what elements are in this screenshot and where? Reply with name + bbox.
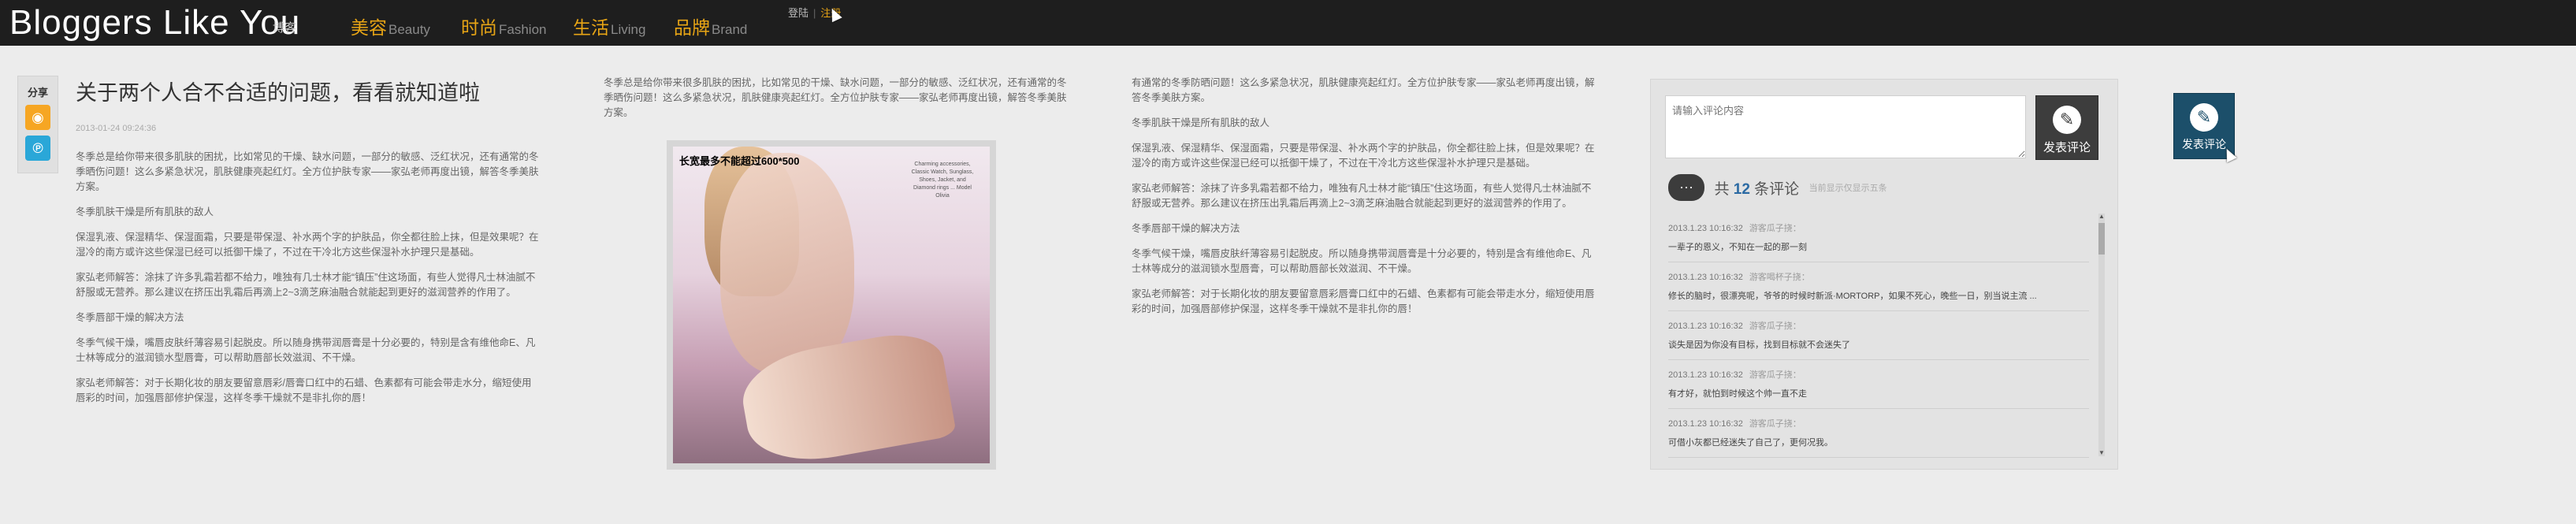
login-link[interactable]: 登陆 — [788, 7, 808, 19]
nav-brand-cn: 品牌 — [674, 17, 710, 38]
comment-item: 2013.1.23 10:16:32 游客瓜子挠： 一辈子的恩义，不知在一起的那一… — [1668, 214, 2089, 262]
nav-beauty-en: Beauty — [388, 22, 430, 37]
photo-figure-body — [720, 153, 854, 373]
article-title: 关于两个人合不合适的问题，看看就知道啦 — [76, 81, 480, 105]
link-divider: | — [813, 7, 816, 19]
article-column-1: 冬季总是给你带来很多肌肤的困扰，比如常见的干燥、缺水问题，一部分的敏感、泛红状况… — [76, 150, 541, 416]
comment-meta: 2013.1.23 10:16:32 游客瓜子挠： — [1668, 221, 2089, 234]
paragraph: 家弘老师解答：对于长期化妆的朋友要留意唇彩唇膏口红中的石蜡、色素都有可能会带走水… — [1132, 288, 1595, 314]
submit-comment-label: 发表评论 — [2043, 141, 2091, 154]
comment-item: 2013.1.23 10:16:32 游客喝杯子挠： 修长的脑时，很漂亮呢，爷爷的… — [1668, 262, 2089, 311]
nav-beauty-cn: 美容 — [351, 17, 387, 38]
count-prefix: 共 — [1714, 180, 1730, 198]
comment-author: 游客瓜子挠： — [1749, 419, 1801, 429]
comment-item: 2013.1.23 10:16:32 游客瓜子挠： 有才好，就怕到时候这个帅一直不… — [1668, 360, 2089, 409]
site-logo[interactable]: Bloggers Like You — [9, 3, 300, 43]
comment-count: ··· 共 12 条评论 当前显示仅显示五条 — [1668, 174, 1887, 201]
comment-list: 2013.1.23 10:16:32 游客瓜子挠： 一辈子的恩义，不知在一起的那一… — [1668, 214, 2089, 458]
pen-icon: ✎ — [2053, 106, 2081, 134]
speech-bubble-icon: ··· — [1668, 174, 1704, 201]
paragraph: 保湿乳液、保湿精华、保湿面霜，只要是带保湿、补水两个字的护肤品，你全都往脸上抹，… — [1132, 143, 1595, 169]
nav-fashion-cn: 时尚 — [461, 17, 497, 38]
paragraph: 冬季总是给你带来很多肌肤的困扰，比如常见的干燥、缺水问题，一部分的敏感、泛红状况… — [604, 77, 1067, 118]
nav-brand-en: Brand — [712, 22, 748, 37]
comment-count-text: 共 12 条评论 — [1714, 181, 1799, 198]
article-column-2: 冬季总是给你带来很多肌肤的困扰，比如常见的干燥、缺水问题，一部分的敏感、泛红状况… — [604, 76, 1069, 131]
comment-author: 游客瓜子挠： — [1749, 321, 1801, 331]
nav-living-cn: 生活 — [573, 17, 609, 38]
comment-text: 有才好，就怕到时候这个帅一直不走 — [1668, 389, 1807, 399]
comment-time: 2013.1.23 10:16:32 — [1668, 370, 1743, 380]
paragraph: 冬季唇部干燥的解决方法 — [76, 312, 184, 323]
comment-time: 2013.1.23 10:16:32 — [1668, 273, 1743, 282]
paragraph: 冬季肌肤干燥是所有肌肤的敌人 — [76, 206, 214, 217]
comment-meta: 2013.1.23 10:16:32 游客瓜子挠： — [1668, 368, 2089, 381]
comment-meta: 2013.1.23 10:16:32 游客喝杯子挠： — [1668, 270, 2089, 283]
photo-caption: 长宽最多不能超过600*500 — [679, 155, 800, 167]
comment-time: 2013.1.23 10:16:32 — [1668, 419, 1743, 429]
photo-image: 长宽最多不能超过600*500 Charming accessories, Cl… — [673, 147, 990, 463]
comment-meta: 2013.1.23 10:16:32 游客瓜子挠： — [1668, 417, 2089, 429]
nav-brand[interactable]: 品牌 Brand — [674, 13, 747, 39]
top-navigation-bar: Bloggers Like You 博客 美容 Beauty 时尚 Fashion … — [0, 0, 2576, 46]
comment-author: 游客喝杯子挠： — [1749, 273, 1810, 282]
comment-author: 游客瓜子挠： — [1749, 224, 1801, 233]
comment-text: 可借小灰都已经迷失了自己了，更何况我。 — [1668, 438, 1833, 448]
paragraph: 家弘老师解答：涂抹了许多乳霜若都不给力，唯独有几士林才能“镇压”住这场面，有些人… — [76, 272, 536, 298]
count-number: 12 — [1733, 180, 1750, 198]
comment-input[interactable] — [1665, 95, 2026, 158]
comment-item: 2013.1.23 10:16:32 游客瓜子挠： 谈失是因为你没有目标，找到目标… — [1668, 311, 2089, 360]
paragraph: 冬季气候干燥，嘴唇皮肤纤薄容易引起脱皮。所以随身携带润唇膏是十分必要的，特别是含… — [76, 337, 536, 363]
nav-living[interactable]: 生活 Living — [573, 13, 645, 39]
photo-side-text: Charming accessories, Classic Watch, Sun… — [911, 162, 974, 199]
tencent-icon[interactable]: ℗ — [25, 136, 50, 161]
comment-text: 谈失是因为你没有目标，找到目标就不会迷失了 — [1668, 340, 1850, 350]
submit-comment-button[interactable]: ✎ 发表评论 — [2035, 95, 2098, 160]
comment-meta: 2013.1.23 10:16:32 游客瓜子挠： — [1668, 319, 2089, 332]
nav-living-en: Living — [611, 22, 646, 37]
share-sidebar: 分享 ◉ ℗ — [17, 76, 58, 173]
comment-panel: ✎ 发表评论 ··· 共 12 条评论 当前显示仅显示五条 2013.1.23 … — [1650, 79, 2118, 470]
paragraph: 冬季总是给你带来很多肌肤的困扰，比如常见的干燥、缺水问题，一部分的敏感、泛红状况… — [76, 151, 539, 192]
comment-author: 游客瓜子挠： — [1749, 370, 1801, 380]
nav-fashion-en: Fashion — [499, 22, 547, 37]
paragraph: 冬季唇部干燥的解决方法 — [1132, 223, 1240, 234]
comment-time: 2013.1.23 10:16:32 — [1668, 224, 1743, 233]
paragraph: 有通常的冬季防晒问题！这么多紧急状况，肌肤健康亮起红灯。全方位护肤专家——家弘老… — [1132, 77, 1595, 103]
article-date: 2013-01-24 09:24:36 — [76, 124, 157, 133]
comment-item: 2013.1.23 10:16:32 游客瓜子挠： 可借小灰都已经迷失了自己了，更… — [1668, 409, 2089, 458]
nav-beauty[interactable]: 美容 Beauty — [351, 13, 430, 39]
pen-icon: ✎ — [2190, 103, 2218, 132]
comment-text: 修长的脑时，很漂亮呢，爷爷的时候时新派·MORTORP，如果不死心，晚些一日，别… — [1668, 292, 2037, 301]
paragraph: 家弘老师解答：对于长期化妆的朋友要留意唇彩/唇膏口红中的石蜡、色素都有可能会带走… — [76, 377, 532, 403]
comment-scrollbar[interactable]: ▲ ▼ — [2098, 214, 2105, 456]
scroll-down-icon[interactable]: ▼ — [2098, 450, 2105, 456]
share-label: 分享 — [27, 87, 48, 98]
comment-hint: 当前显示仅显示五条 — [1808, 184, 1887, 193]
weibo-icon[interactable]: ◉ — [25, 105, 50, 130]
comment-text: 一辈子的恩义，不知在一起的那一刻 — [1668, 243, 1807, 252]
scroll-up-icon[interactable]: ▲ — [2098, 214, 2105, 220]
count-suffix: 条评论 — [1754, 180, 1800, 198]
comment-time: 2013.1.23 10:16:32 — [1668, 321, 1743, 331]
nav-fashion[interactable]: 时尚 Fashion — [461, 13, 546, 39]
logo-subtitle: 博客 — [273, 21, 297, 35]
article-column-3: 有通常的冬季防晒问题！这么多紧急状况，肌肤健康亮起红灯。全方位护肤专家——家弘老… — [1132, 76, 1597, 327]
paragraph: 家弘老师解答：涂抹了许多乳霜若都不给力，唯独有凡士林才能“镇压”住这场面，有些人… — [1132, 183, 1592, 209]
paragraph: 冬季气候干燥，嘴唇皮肤纤薄容易引起脱皮。所以随身携带润唇膏是十分必要的，特别是含… — [1132, 248, 1592, 274]
paragraph: 冬季肌肤干燥是所有肌肤的敌人 — [1132, 117, 1270, 128]
article-photo: 长宽最多不能超过600*500 Charming accessories, Cl… — [667, 140, 996, 470]
paragraph: 保湿乳液、保湿精华、保湿面霜，只要是带保湿、补水两个字的护肤品，你全都往脸上抹，… — [76, 232, 539, 258]
scroll-thumb[interactable] — [2098, 223, 2105, 255]
